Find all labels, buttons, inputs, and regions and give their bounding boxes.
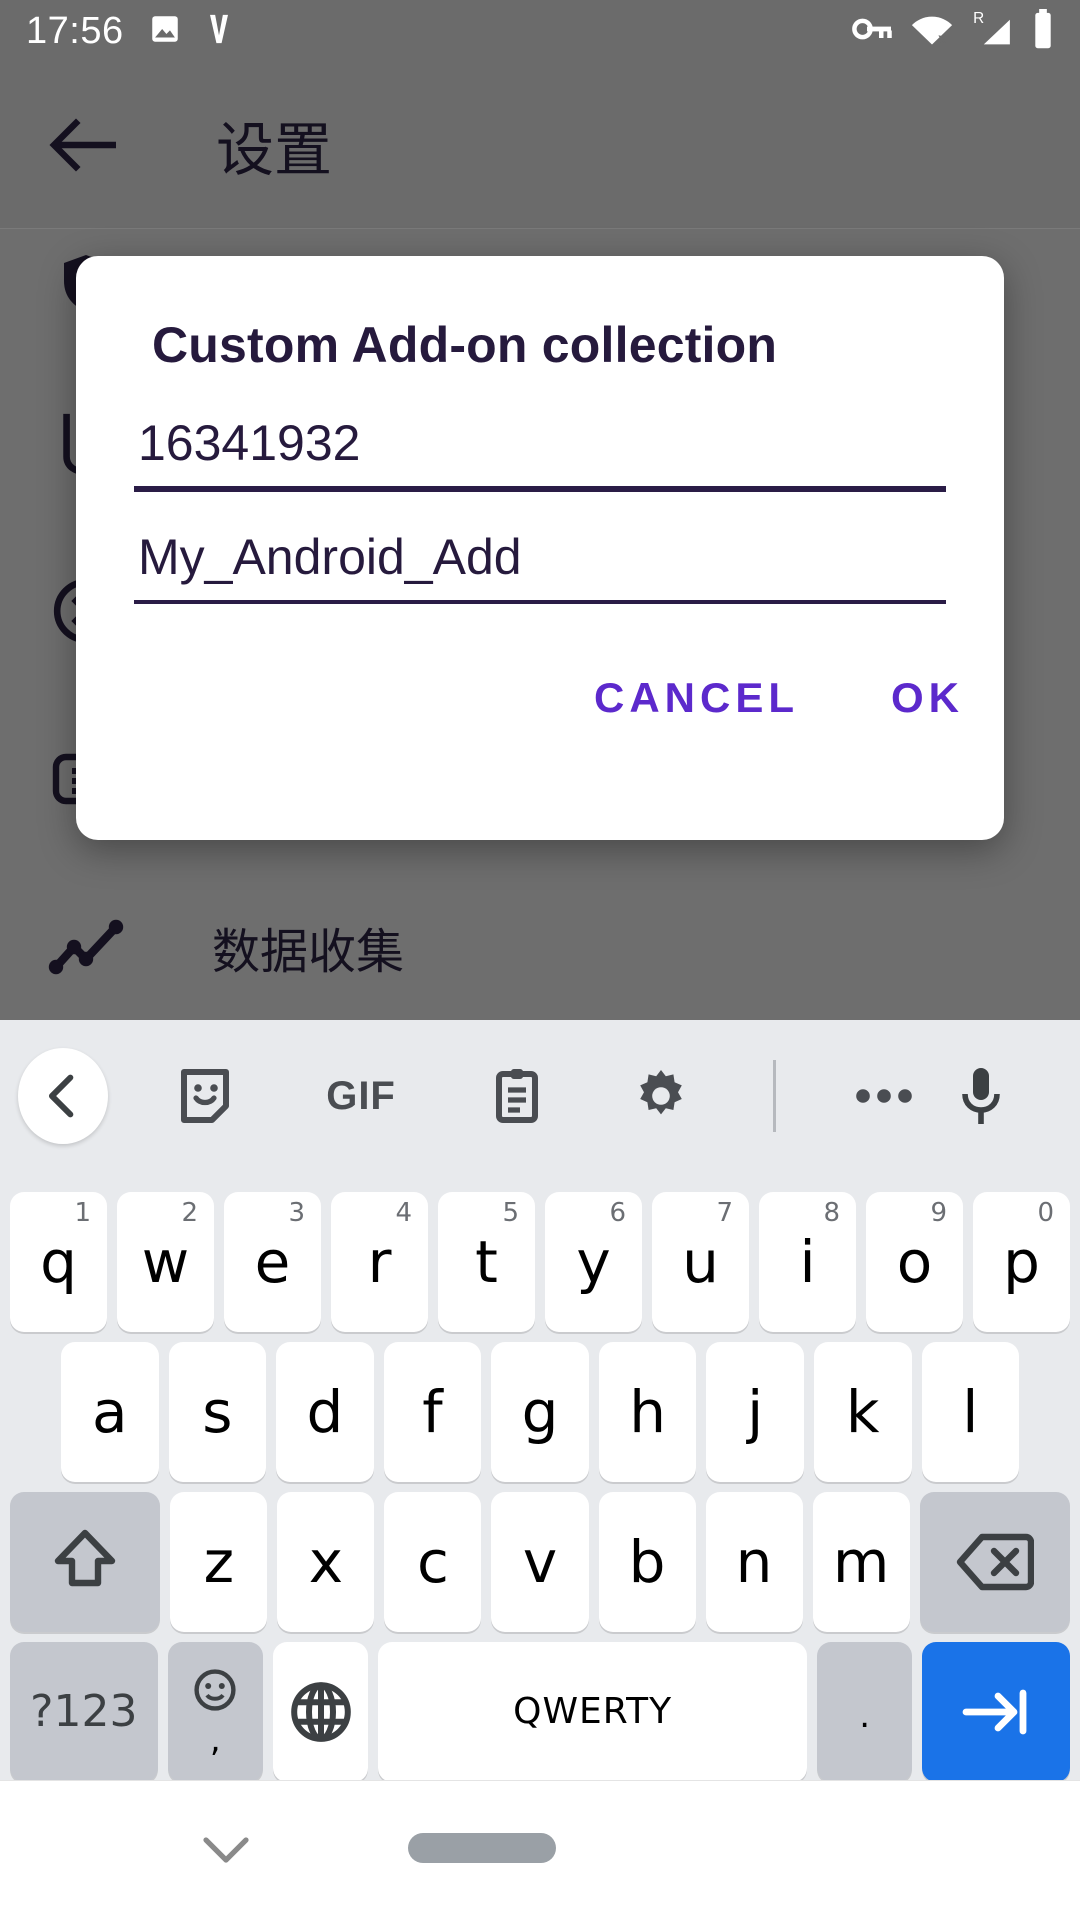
key-c[interactable]: c — [384, 1492, 481, 1632]
status-bar: 17:56 x — [0, 0, 1080, 62]
key-j[interactable]: j — [706, 1342, 804, 1482]
data-collection-icon — [42, 919, 130, 975]
system-navigation-bar — [0, 1780, 1080, 1920]
ok-button[interactable]: OK — [887, 668, 968, 728]
key-s[interactable]: s — [169, 1342, 267, 1482]
home-gesture-pill[interactable] — [408, 1833, 556, 1863]
key-n[interactable]: n — [706, 1492, 803, 1632]
key-z[interactable]: z — [170, 1492, 267, 1632]
keyboard-row-4: ?123 , QWERTY . — [0, 1642, 1080, 1782]
key-e[interactable]: 3e — [224, 1192, 321, 1332]
custom-addon-collection-dialog: Custom Add-on collection 16341932 My_And… — [76, 256, 1004, 840]
svg-text:R: R — [973, 9, 984, 26]
key-t[interactable]: 5t — [438, 1192, 535, 1332]
language-globe-icon — [290, 1681, 352, 1743]
dialog-title: Custom Add-on collection — [152, 316, 777, 374]
collection-name-value[interactable]: My_Android_Add — [134, 528, 946, 600]
svg-text:x: x — [938, 29, 946, 45]
key-f[interactable]: f — [384, 1342, 482, 1482]
keyboard-toolbar: GIF — [0, 1020, 1080, 1172]
settings-row-label: 数据收集 — [212, 912, 404, 982]
gif-icon[interactable]: GIF — [295, 1044, 426, 1148]
emoji-icon — [193, 1668, 237, 1717]
keyboard-row-2: a s d f g h j k l — [0, 1342, 1080, 1482]
tab-next-icon — [960, 1683, 1032, 1741]
key-b[interactable]: b — [599, 1492, 696, 1632]
key-k[interactable]: k — [814, 1342, 912, 1482]
key-icon — [852, 14, 894, 49]
enter-next-key[interactable] — [922, 1642, 1070, 1782]
settings-row-data-collection[interactable]: 数据收集 — [0, 863, 1080, 1020]
shift-key[interactable] — [10, 1492, 160, 1632]
collection-owner-value[interactable]: 16341932 — [134, 414, 946, 486]
image-icon — [148, 12, 182, 51]
backspace-icon — [956, 1533, 1034, 1591]
key-g[interactable]: g — [491, 1342, 589, 1482]
key-u[interactable]: 7u — [652, 1192, 749, 1332]
key-l[interactable]: l — [922, 1342, 1020, 1482]
comma-label: , — [210, 1720, 221, 1760]
settings-gear-icon[interactable] — [612, 1044, 709, 1148]
collection-name-field[interactable]: My_Android_Add — [134, 528, 946, 604]
key-a[interactable]: a — [61, 1342, 159, 1482]
key-p[interactable]: 0p — [973, 1192, 1070, 1332]
language-switch-key[interactable] — [273, 1642, 368, 1782]
keyboard-row-1: 1q 2w 3e 4r 5t 6y 7u 8i 9o 0p — [0, 1192, 1080, 1332]
toolbar-divider — [756, 1044, 793, 1148]
back-chevron-icon[interactable] — [18, 1048, 108, 1144]
dialog-actions: CANCEL OK — [590, 668, 968, 728]
back-arrow-icon[interactable] — [44, 105, 124, 185]
key-y[interactable]: 6y — [545, 1192, 642, 1332]
cancel-button[interactable]: CANCEL — [590, 668, 803, 728]
microphone-icon[interactable] — [933, 1044, 1030, 1148]
roaming-signal-icon: R — [970, 9, 1016, 54]
battery-icon — [1032, 9, 1054, 54]
chevron-down-icon[interactable] — [196, 1829, 256, 1873]
field-underline — [134, 600, 946, 604]
key-v[interactable]: v — [491, 1492, 588, 1632]
key-q[interactable]: 1q — [10, 1192, 107, 1332]
wifi-off-icon: x — [910, 12, 954, 51]
page-title: 设置 — [216, 103, 332, 187]
key-o[interactable]: 9o — [866, 1192, 963, 1332]
clipboard-icon[interactable] — [469, 1044, 566, 1148]
vpn-icon — [204, 11, 234, 52]
space-key[interactable]: QWERTY — [378, 1642, 807, 1782]
key-r[interactable]: 4r — [331, 1192, 428, 1332]
key-i[interactable]: 8i — [759, 1192, 856, 1332]
key-x[interactable]: x — [277, 1492, 374, 1632]
status-bar-clock: 17:56 — [26, 10, 124, 53]
symbols-key[interactable]: ?123 — [10, 1642, 158, 1782]
shift-icon — [52, 1527, 118, 1597]
collection-owner-field[interactable]: 16341932 — [134, 414, 946, 492]
emoji-comma-key[interactable]: , — [168, 1642, 263, 1782]
field-underline-focused — [134, 486, 946, 492]
key-h[interactable]: h — [599, 1342, 697, 1482]
on-screen-keyboard: GIF — [0, 1020, 1080, 1780]
more-options-icon[interactable] — [835, 1044, 932, 1148]
key-d[interactable]: d — [276, 1342, 374, 1482]
key-w[interactable]: 2w — [117, 1192, 214, 1332]
key-m[interactable]: m — [813, 1492, 910, 1632]
backspace-key[interactable] — [920, 1492, 1070, 1632]
period-key[interactable]: . — [817, 1642, 912, 1782]
keyboard-row-3: z x c v b n m — [0, 1492, 1080, 1632]
sticker-icon[interactable] — [156, 1044, 253, 1148]
period-label: . — [859, 1696, 870, 1736]
